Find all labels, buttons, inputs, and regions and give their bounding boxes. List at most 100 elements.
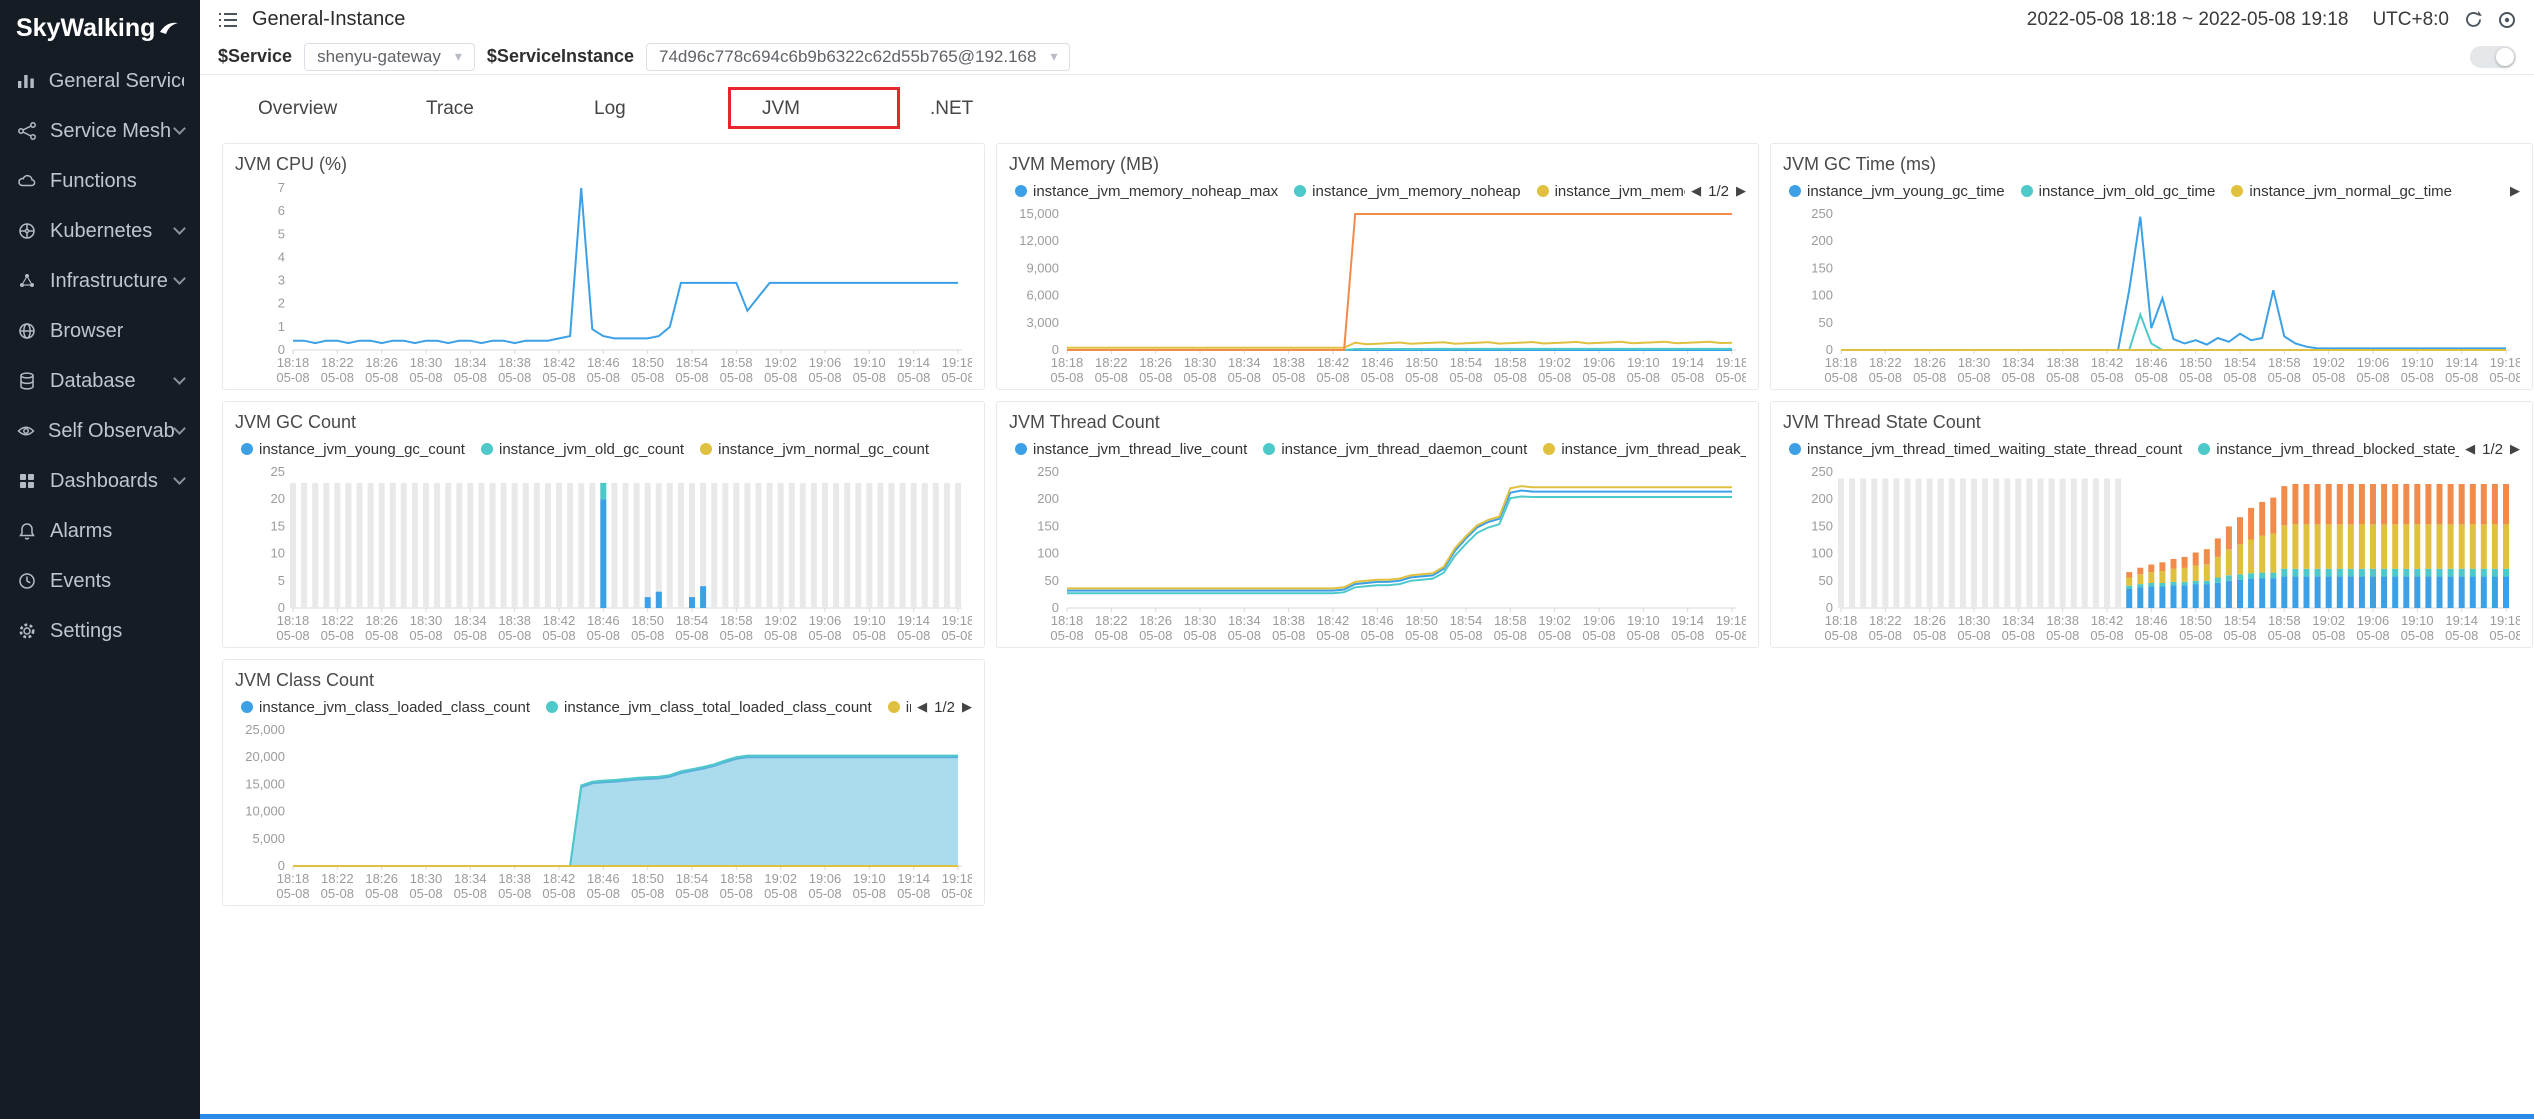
svg-text:15: 15 bbox=[271, 518, 285, 533]
svg-text:18:38: 18:38 bbox=[498, 871, 531, 886]
legend-item[interactable]: instance_jvm_old_gc_time bbox=[2021, 183, 2216, 200]
svg-text:50: 50 bbox=[1819, 573, 1833, 588]
svg-text:18:42: 18:42 bbox=[1317, 613, 1350, 628]
theme-toggle[interactable] bbox=[2470, 46, 2516, 68]
legend-item[interactable]: instance_jvm_thread_live_count bbox=[1015, 441, 1247, 458]
svg-text:05-08: 05-08 bbox=[675, 886, 708, 901]
chart-plot[interactable]: 05010015020025018:1805-0818:2205-0818:26… bbox=[1783, 204, 2520, 388]
chart-plot[interactable]: 05,00010,00015,00020,00025,00018:1805-08… bbox=[235, 720, 972, 904]
tab-label: Log bbox=[594, 98, 626, 120]
svg-text:05-08: 05-08 bbox=[1627, 628, 1660, 643]
legend-item[interactable]: instance_jvm_normal_gc_time bbox=[2231, 183, 2452, 200]
legend-next-icon[interactable]: ▶ bbox=[962, 699, 972, 715]
svg-text:05-08: 05-08 bbox=[2090, 370, 2123, 385]
chevron-down-icon bbox=[173, 422, 186, 435]
legend-item[interactable]: instance_jvm_young_gc_time bbox=[1789, 183, 2005, 200]
legend-next-icon[interactable]: ▶ bbox=[2510, 441, 2520, 457]
tab-net[interactable]: .NET bbox=[930, 89, 1098, 129]
legend-next-icon[interactable]: ▶ bbox=[1736, 183, 1746, 199]
legend-item[interactable]: instance_jvm_thread_timed_waiting_state_… bbox=[1789, 441, 2182, 458]
sidebar-item-service-mesh[interactable]: Service Mesh bbox=[0, 106, 200, 156]
infrastructure-icon bbox=[16, 270, 38, 292]
sidebar-item-kubernetes[interactable]: Kubernetes bbox=[0, 206, 200, 256]
svg-text:18:54: 18:54 bbox=[676, 613, 709, 628]
svg-text:05-08: 05-08 bbox=[321, 628, 354, 643]
legend-item[interactable]: instance_jvm_memory_noheap bbox=[1294, 183, 1520, 200]
menu-toggle-icon[interactable] bbox=[218, 12, 238, 28]
service-instance-select[interactable]: 74d96c778c694c6b9b6322c62d55b765@192.168… bbox=[646, 43, 1070, 71]
legend-item[interactable]: instance_jvm_normal_gc_count bbox=[700, 441, 929, 458]
svg-text:05-08: 05-08 bbox=[808, 370, 841, 385]
chart-plot[interactable]: 05010015020025018:1805-0818:2205-0818:26… bbox=[1009, 462, 1746, 646]
svg-text:05-08: 05-08 bbox=[1494, 628, 1527, 643]
sidebar-item-infrastructure[interactable]: Infrastructure bbox=[0, 256, 200, 306]
svg-text:05-08: 05-08 bbox=[409, 370, 442, 385]
legend-prev-icon[interactable]: ◀ bbox=[1691, 183, 1701, 199]
legend-item[interactable]: instance_jvm_class_loaded_class_count bbox=[241, 699, 530, 716]
svg-text:05-08: 05-08 bbox=[720, 370, 753, 385]
legend-item[interactable]: instance_jvm_thread_peak_count bbox=[1543, 441, 1746, 458]
legend-prev-icon[interactable]: ◀ bbox=[2465, 441, 2475, 457]
svg-text:05-08: 05-08 bbox=[1627, 370, 1660, 385]
chevron-down-icon: ▾ bbox=[1050, 48, 1057, 65]
legend-page-indicator: 1/2 bbox=[934, 699, 955, 716]
sidebar-item-general-service[interactable]: General Service bbox=[0, 56, 200, 106]
chart-title: JVM Memory (MB) bbox=[1009, 152, 1746, 178]
timezone-label[interactable]: UTC+8:0 bbox=[2372, 9, 2449, 31]
svg-text:05-08: 05-08 bbox=[498, 628, 531, 643]
svg-text:05-08: 05-08 bbox=[409, 628, 442, 643]
svg-text:18:46: 18:46 bbox=[587, 355, 620, 370]
svg-text:12,000: 12,000 bbox=[1019, 233, 1059, 248]
legend-next-icon[interactable]: ▶ bbox=[2510, 183, 2520, 199]
chart-plot[interactable]: 051015202518:1805-0818:2205-0818:2605-08… bbox=[235, 462, 972, 646]
svg-text:19:06: 19:06 bbox=[1583, 355, 1616, 370]
svg-text:05-08: 05-08 bbox=[2356, 628, 2389, 643]
svg-text:19:18: 19:18 bbox=[2490, 613, 2520, 628]
service-mesh-icon bbox=[16, 120, 38, 142]
svg-text:18:22: 18:22 bbox=[1095, 355, 1128, 370]
svg-text:05-08: 05-08 bbox=[2223, 628, 2256, 643]
sidebar-item-dashboards[interactable]: Dashboards bbox=[0, 456, 200, 506]
bottom-accent-bar bbox=[200, 1114, 2534, 1119]
svg-text:05-08: 05-08 bbox=[1272, 628, 1305, 643]
svg-text:18:22: 18:22 bbox=[1095, 613, 1128, 628]
auto-refresh-icon[interactable] bbox=[2498, 11, 2516, 29]
svg-text:05-08: 05-08 bbox=[1449, 628, 1482, 643]
chart-plot[interactable]: 05010015020025018:1805-0818:2205-0818:26… bbox=[1783, 462, 2520, 646]
service-select[interactable]: shenyu-gateway ▾ bbox=[304, 43, 475, 71]
time-range-picker[interactable]: 2022-05-08 18:18 ~ 2022-05-08 19:18 bbox=[2027, 9, 2349, 31]
refresh-icon[interactable] bbox=[2463, 9, 2484, 30]
legend-item[interactable]: instance_jvm_old_gc_count bbox=[481, 441, 684, 458]
svg-text:9,000: 9,000 bbox=[1026, 260, 1059, 275]
tab-jvm[interactable]: JVM bbox=[762, 89, 930, 129]
svg-text:19:06: 19:06 bbox=[2357, 355, 2390, 370]
svg-text:05-08: 05-08 bbox=[2268, 370, 2301, 385]
legend-item[interactable]: instance_jvm_young_gc_count bbox=[241, 441, 465, 458]
svg-text:05-08: 05-08 bbox=[631, 886, 664, 901]
sidebar-item-label: Events bbox=[50, 570, 111, 593]
tab-trace[interactable]: Trace bbox=[426, 89, 594, 129]
legend-prev-icon[interactable]: ◀ bbox=[917, 699, 927, 715]
sidebar-item-settings[interactable]: Settings bbox=[0, 606, 200, 656]
svg-text:18:38: 18:38 bbox=[1272, 355, 1305, 370]
sidebar-item-browser[interactable]: Browser bbox=[0, 306, 200, 356]
tab-label: JVM bbox=[762, 98, 800, 120]
tab-label: Overview bbox=[258, 98, 337, 120]
sidebar-item-database[interactable]: Database bbox=[0, 356, 200, 406]
sidebar-item-events[interactable]: Events bbox=[0, 556, 200, 606]
chevron-down-icon bbox=[173, 222, 186, 235]
chart-plot[interactable]: 0123456718:1805-0818:2205-0818:2605-0818… bbox=[235, 178, 972, 388]
legend-item[interactable]: instance_jvm_thread_daemon_count bbox=[1263, 441, 1527, 458]
tab-overview[interactable]: Overview bbox=[258, 89, 426, 129]
svg-text:19:06: 19:06 bbox=[1583, 613, 1616, 628]
sidebar-item-functions[interactable]: Functions bbox=[0, 156, 200, 206]
sidebar-item-alarms[interactable]: Alarms bbox=[0, 506, 200, 556]
legend-item[interactable]: instance_jvm_memory_noheap_max bbox=[1015, 183, 1278, 200]
svg-text:05-08: 05-08 bbox=[720, 886, 753, 901]
sidebar-item-self-observability[interactable]: Self Observability bbox=[0, 406, 200, 456]
tab-log[interactable]: Log bbox=[594, 89, 762, 129]
chart-plot[interactable]: 03,0006,0009,00012,00015,00018:1805-0818… bbox=[1009, 204, 1746, 388]
legend-item[interactable]: instance_jvm_class_total_loaded_class_co… bbox=[546, 699, 872, 716]
svg-text:05-08: 05-08 bbox=[454, 628, 487, 643]
legend-page-indicator: 1/2 bbox=[2482, 441, 2503, 458]
